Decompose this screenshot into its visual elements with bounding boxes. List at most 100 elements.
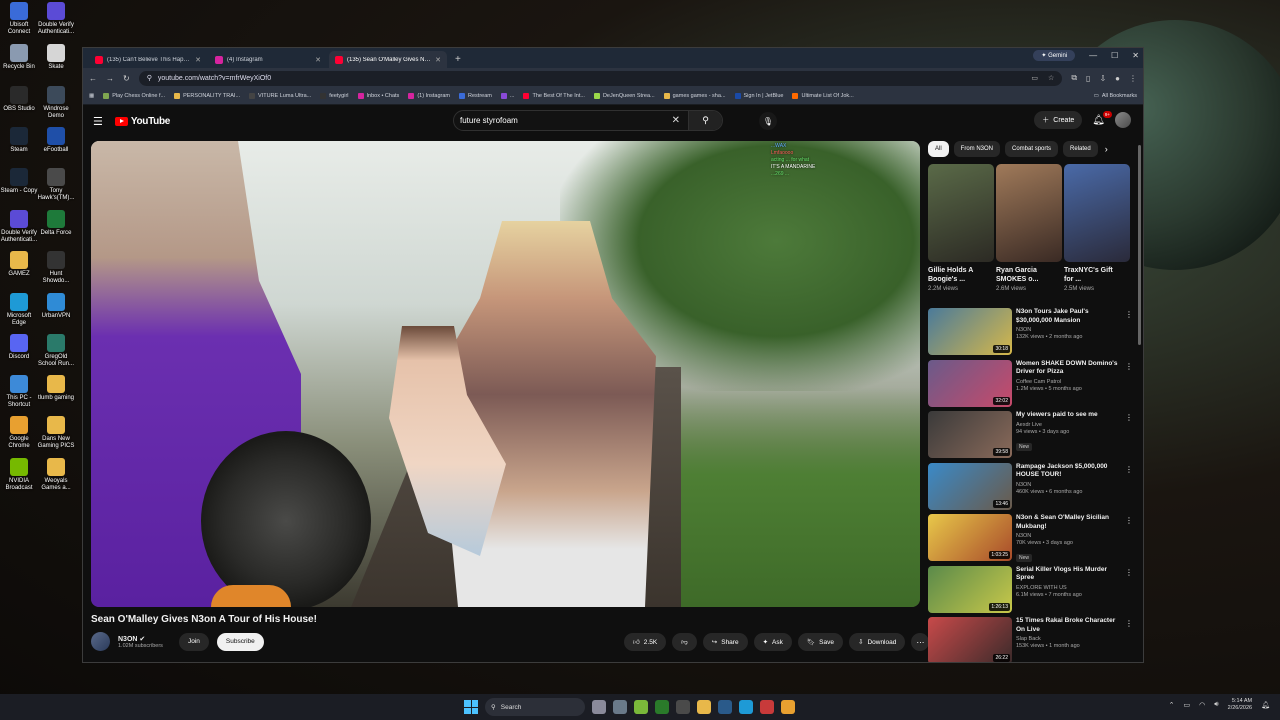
clear-search-icon[interactable]: ✕: [664, 115, 688, 126]
filter-chip[interactable]: Related: [1063, 141, 1098, 157]
extensions-icon[interactable]: ⧉: [1071, 73, 1077, 83]
short-title[interactable]: Gillie Holds A Boogie's ...: [928, 266, 994, 284]
bookmark-item[interactable]: DeJenQueen Strea...: [593, 93, 655, 99]
kebab-menu-icon[interactable]: ⋮: [1125, 310, 1133, 319]
subscribe-button[interactable]: Subscribe: [216, 632, 264, 651]
bookmark-item[interactable]: Ultimate List Of Jok...: [792, 93, 854, 99]
voice-search-button[interactable]: 🎙︎: [759, 112, 777, 130]
video-thumbnail[interactable]: 26:22: [928, 617, 1012, 662]
tab-instagram[interactable]: (4) Instagram ✕: [209, 51, 327, 68]
desktop-icon[interactable]: Dans New Gaming PICS: [37, 416, 75, 450]
back-button[interactable]: ←: [89, 74, 97, 83]
bookmark-item[interactable]: ...: [500, 93, 514, 99]
file-explorer-icon[interactable]: [697, 700, 711, 714]
forward-button[interactable]: →: [106, 74, 114, 83]
download-button[interactable]: ⇩ Download: [848, 633, 906, 651]
desktop-icon[interactable]: NVIDIA Broadcast: [0, 458, 38, 492]
recommended-video[interactable]: 30:18 N3on Tours Jake Paul's $30,000,000 …: [928, 308, 1133, 360]
channel-name[interactable]: Coffee Cam Patrol: [1016, 379, 1123, 385]
notifications-button[interactable]: 🔔︎ 9+: [1092, 110, 1112, 126]
ask-button[interactable]: ✦ Ask: [753, 633, 792, 651]
more-actions-icon[interactable]: ⋯: [911, 633, 930, 651]
video-thumbnail[interactable]: 1:03:25: [928, 514, 1012, 561]
bookmark-item[interactable]: PERSONALITY TRAI...: [174, 93, 240, 99]
youtube-logo[interactable]: YouTube: [114, 116, 170, 127]
video-title-link[interactable]: Women SHAKE DOWN Domino's Driver for Piz…: [1016, 360, 1123, 377]
short-thumbnail[interactable]: [1064, 164, 1130, 262]
create-button[interactable]: ＋ Create: [1034, 111, 1083, 129]
bookmark-star-icon[interactable]: ☆: [1048, 74, 1054, 82]
short-title[interactable]: Ryan Garcia SMOKES o...: [996, 266, 1062, 284]
close-icon[interactable]: ✕: [315, 56, 321, 64]
clock[interactable]: 5:14 AM 2/26/2026: [1228, 698, 1252, 712]
start-button[interactable]: [464, 700, 478, 714]
desktop-icon[interactable]: OBS Studio: [0, 86, 38, 113]
desktop-icon[interactable]: Windrose Demo: [37, 86, 75, 120]
close-window-button[interactable]: ✕: [1132, 51, 1139, 60]
desktop-icon[interactable]: Recycle Bin: [0, 44, 38, 71]
filter-chip[interactable]: From N3ON: [953, 141, 1001, 157]
cast-icon[interactable]: ▭: [1031, 74, 1038, 82]
network-icon[interactable]: ▭: [1183, 701, 1190, 709]
chevron-right-icon[interactable]: ›: [1105, 144, 1108, 154]
recommended-video[interactable]: 1:03:25 N3on & Sean O'Malley Sicilian Muk…: [928, 514, 1133, 566]
kebab-menu-icon[interactable]: ⋮: [1125, 568, 1133, 577]
desktop-icon[interactable]: This PC - Shortcut: [0, 375, 38, 409]
kebab-menu-icon[interactable]: ⋮: [1125, 362, 1133, 371]
video-title-link[interactable]: N3on Tours Jake Paul's $30,000,000 Mansi…: [1016, 308, 1123, 325]
wifi-icon[interactable]: ◠: [1199, 701, 1205, 709]
account-avatar[interactable]: [1115, 112, 1131, 128]
kebab-menu-icon[interactable]: ⋮: [1125, 619, 1133, 628]
media-player-icon[interactable]: [634, 700, 648, 714]
close-icon[interactable]: ✕: [435, 56, 441, 64]
task-view-icon[interactable]: [592, 700, 606, 714]
short-thumbnail[interactable]: [928, 164, 994, 262]
short-card[interactable]: Ryan Garcia SMOKES o... 2.6M views: [996, 164, 1062, 292]
video-title-link[interactable]: Rampage Jackson $5,000,000 HOUSE TOUR!: [1016, 463, 1123, 480]
search-button[interactable]: ⚲: [688, 111, 722, 130]
desktop-icon[interactable]: GAMEZ: [0, 251, 38, 278]
downloads-icon[interactable]: ⇩: [1099, 74, 1106, 83]
video-thumbnail[interactable]: 13:46: [928, 462, 1012, 510]
video-thumbnail[interactable]: 32:02: [928, 359, 1012, 407]
desktop-icon[interactable]: Double Verify Authenticati...: [0, 210, 38, 244]
video-title-link[interactable]: N3on & Sean O'Malley Sicilian Mukbang!: [1016, 514, 1123, 531]
chrome-icon[interactable]: [781, 700, 795, 714]
terminal-icon[interactable]: [676, 700, 690, 714]
bookmark-item[interactable]: (1) Instagram: [408, 93, 450, 99]
recommended-video[interactable]: 26:22 15 Times Rakai Broke Character On L…: [928, 617, 1133, 662]
profile-icon[interactable]: ●: [1115, 74, 1120, 83]
short-title[interactable]: TraxNYC's Gift for ...: [1064, 266, 1130, 284]
video-title-link[interactable]: 15 Times Rakai Broke Character On Live: [1016, 617, 1123, 634]
bookmark-item[interactable]: The Best Of The Int...: [523, 93, 585, 99]
xbox-icon[interactable]: [655, 700, 669, 714]
video-thumbnail[interactable]: 1:26:13: [928, 565, 1012, 613]
desktop-icon[interactable]: eFootball: [37, 127, 75, 154]
bookmark-item[interactable]: Play Chess Online f...: [103, 93, 165, 99]
gemini-button[interactable]: ✦ Gemini: [1033, 50, 1076, 61]
search-input[interactable]: [454, 116, 664, 125]
hamburger-menu-icon[interactable]: ☰: [93, 115, 103, 128]
desktop-icon[interactable]: Double Verify Authenticati...: [37, 2, 75, 36]
desktop-icon[interactable]: UrbanVPN: [37, 293, 75, 320]
kebab-menu-icon[interactable]: ⋮: [1125, 516, 1133, 525]
bookmark-item[interactable]: Restream: [459, 93, 492, 99]
filter-chip[interactable]: All: [928, 141, 949, 157]
dislike-button[interactable]: 👎︎: [672, 633, 697, 651]
edge-icon[interactable]: [739, 700, 753, 714]
filter-chip[interactable]: Combat sports: [1005, 141, 1059, 157]
reload-button[interactable]: ↻: [123, 74, 130, 83]
photos-icon[interactable]: [760, 700, 774, 714]
channel-name[interactable]: N3ON: [1016, 482, 1123, 488]
like-button[interactable]: 👍︎ 2.5K: [624, 633, 667, 651]
desktop-icon[interactable]: GregOld School Run...: [37, 334, 75, 368]
maximize-button[interactable]: ☐: [1111, 51, 1118, 60]
channel-name[interactable]: EXPLORE WITH US: [1016, 585, 1123, 591]
volume-icon[interactable]: 🔊︎: [1214, 701, 1218, 709]
video-player[interactable]: ...WAX Lmfaoooo acting ... for what IT'S…: [91, 141, 920, 607]
desktop-icon[interactable]: Ubisoft Connect: [0, 2, 38, 36]
all-bookmarks-button[interactable]: ▭ All Bookmarks: [1094, 93, 1137, 99]
sidepanel-icon[interactable]: ▯: [1086, 74, 1090, 83]
bookmark-item[interactable]: VITURE Luma Ultra...: [249, 93, 311, 99]
new-tab-button[interactable]: +: [449, 54, 467, 68]
